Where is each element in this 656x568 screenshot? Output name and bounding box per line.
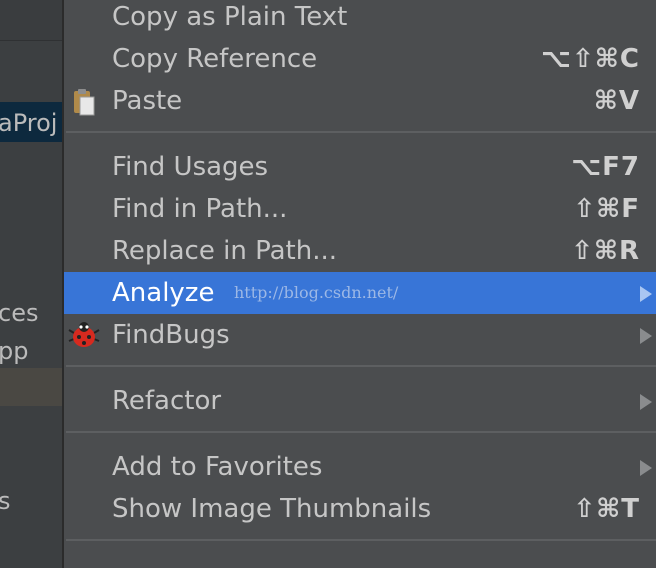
submenu-arrow-icon xyxy=(640,460,652,476)
menu-item-shortcut: ⇧⌘F xyxy=(573,194,640,224)
menu-item-copy-plain-text[interactable]: Copy as Plain Text xyxy=(64,0,656,38)
menu-item-shortcut: ⌥F7 xyxy=(571,152,640,182)
clipboard-icon xyxy=(68,87,100,117)
menu-item-show-image-thumbnails[interactable]: Show Image Thumbnails ⇧⌘T xyxy=(64,488,656,530)
menu-item-shortcut: ⌘V xyxy=(593,86,640,116)
project-tree-selected-row[interactable]: aProj xyxy=(0,102,62,142)
menu-separator xyxy=(66,365,656,367)
menu-item-findbugs[interactable]: FindBugs xyxy=(64,314,656,356)
project-tree-highlight-row[interactable] xyxy=(0,368,62,406)
submenu-arrow-icon xyxy=(640,328,652,344)
submenu-arrow-icon xyxy=(640,286,652,302)
project-tree-item[interactable]: s xyxy=(0,486,11,516)
project-tree-item[interactable]: pp xyxy=(0,336,28,366)
project-panel: aProj ces pp s xyxy=(0,0,62,564)
menu-item-refactor[interactable]: Refactor xyxy=(64,380,656,422)
menu-item-label: Analyze xyxy=(112,278,215,308)
menu-item-label: Copy Reference xyxy=(112,44,318,74)
menu-item-label: Show Image Thumbnails xyxy=(112,494,432,524)
menu-item-add-to-favorites[interactable]: Add to Favorites xyxy=(64,446,656,488)
menu-separator xyxy=(66,539,656,541)
menu-item-label: Paste xyxy=(112,86,183,116)
menu-separator xyxy=(66,431,656,433)
menu-separator xyxy=(66,131,656,133)
menu-item-label: Find Usages xyxy=(112,152,269,182)
menu-item-shortcut: ⌥⇧⌘C xyxy=(541,44,640,74)
menu-item-analyze[interactable]: Analyze http://blog.csdn.net/ xyxy=(64,272,656,314)
project-tree-item[interactable]: ces xyxy=(0,298,38,328)
submenu-arrow-icon xyxy=(640,394,652,410)
menu-item-find-in-path[interactable]: Find in Path... ⇧⌘F xyxy=(64,188,656,230)
menu-item-label: Replace in Path... xyxy=(112,236,337,266)
menu-item-find-usages[interactable]: Find Usages ⌥F7 xyxy=(64,146,656,188)
project-panel-header xyxy=(0,0,62,41)
menu-item-label: Copy as Plain Text xyxy=(112,2,348,32)
menu-item-shortcut: ⇧⌘T xyxy=(573,494,640,524)
watermark-text: http://blog.csdn.net/ xyxy=(234,283,399,302)
menu-item-label: Refactor xyxy=(112,386,222,416)
ladybug-icon xyxy=(68,321,100,351)
project-name-label: aProj xyxy=(0,109,58,137)
menu-item-label: FindBugs xyxy=(112,320,230,350)
menu-item-shortcut: ⇧⌘R xyxy=(571,236,640,266)
menu-item-paste[interactable]: Paste ⌘V xyxy=(64,80,656,122)
menu-item-replace-in-path[interactable]: Replace in Path... ⇧⌘R xyxy=(64,230,656,272)
menu-item-label: Add to Favorites xyxy=(112,452,323,482)
menu-item-label: Find in Path... xyxy=(112,194,288,224)
context-menu: Copy as Plain Text Copy Reference ⌥⇧⌘C P… xyxy=(62,0,656,568)
menu-item-copy-reference[interactable]: Copy Reference ⌥⇧⌘C xyxy=(64,38,656,80)
